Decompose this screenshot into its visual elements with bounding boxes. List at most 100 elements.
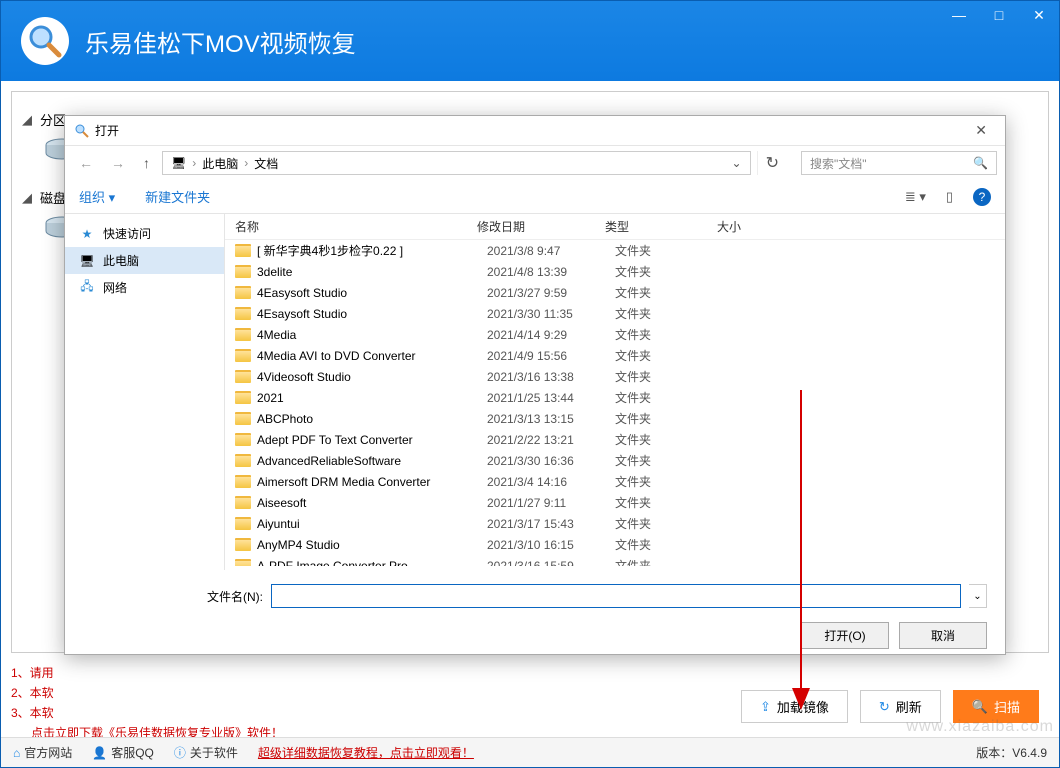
file-row[interactable]: Aiyuntui2021/3/17 15:43文件夹: [225, 513, 1005, 534]
column-size[interactable]: 大小: [717, 218, 817, 235]
breadcrumb-pc[interactable]: 此电脑: [202, 155, 238, 172]
dialog-open-button[interactable]: 打开(O): [801, 622, 889, 649]
bottom-button-bar: ⇪ 加载镜像 ↻ 刷新 🔍 扫描: [741, 690, 1039, 723]
file-type: 文件夹: [615, 515, 727, 532]
official-website-link[interactable]: ⌂ 官方网站: [13, 744, 72, 761]
help-icon[interactable]: ?: [973, 188, 991, 206]
file-row[interactable]: 3delite2021/4/8 13:39文件夹: [225, 261, 1005, 282]
star-icon: ★: [79, 226, 95, 242]
file-row[interactable]: AdvancedReliableSoftware2021/3/30 16:36文…: [225, 450, 1005, 471]
breadcrumb-docs[interactable]: 文档: [254, 155, 278, 172]
app-logo: [21, 17, 69, 65]
about-link[interactable]: ⓘ 关于软件: [174, 744, 238, 761]
scan-button[interactable]: 🔍 扫描: [953, 690, 1039, 723]
collapse-icon[interactable]: ◢: [22, 190, 34, 206]
folder-icon: [235, 475, 251, 488]
file-date: 2021/3/4 14:16: [487, 475, 615, 489]
file-date: 2021/4/14 9:29: [487, 328, 615, 342]
folder-icon: [235, 265, 251, 278]
file-type: 文件夹: [615, 368, 727, 385]
file-row[interactable]: 20212021/1/25 13:44文件夹: [225, 387, 1005, 408]
folder-icon: [235, 454, 251, 467]
file-row[interactable]: 4Media AVI to DVD Converter2021/4/9 15:5…: [225, 345, 1005, 366]
minimize-button[interactable]: —: [939, 1, 979, 29]
filename-dropdown[interactable]: ⌄: [969, 584, 987, 608]
file-row[interactable]: 4Media2021/4/14 9:29文件夹: [225, 324, 1005, 345]
back-button[interactable]: ←: [73, 153, 99, 173]
column-type[interactable]: 类型: [605, 218, 717, 235]
dialog-close-button[interactable]: ✕: [967, 120, 995, 141]
view-options-button[interactable]: ≣ ▾: [905, 189, 926, 205]
sidebar-quick-access[interactable]: ★ 快速访问: [65, 220, 224, 247]
address-dropdown-icon[interactable]: ⌄: [732, 156, 742, 170]
partition-label: 分区: [40, 110, 66, 129]
collapse-icon[interactable]: ◢: [22, 112, 34, 128]
file-name: A-PDF Image Converter Pro: [257, 559, 487, 567]
sidebar-network[interactable]: 🖧 网络: [65, 274, 224, 301]
customer-qq-link[interactable]: 👤 客服QQ: [92, 744, 154, 761]
up-button[interactable]: ↑: [137, 153, 156, 173]
load-image-button[interactable]: ⇪ 加载镜像: [741, 690, 848, 723]
maximize-button[interactable]: □: [979, 1, 1019, 29]
search-input[interactable]: 搜索"文档" 🔍: [801, 151, 997, 175]
new-folder-button[interactable]: 新建文件夹: [145, 187, 210, 206]
file-row[interactable]: ABCPhoto2021/3/13 13:15文件夹: [225, 408, 1005, 429]
file-type: 文件夹: [615, 263, 727, 280]
tutorial-link[interactable]: 超级详细数据恢复教程，点击立即观看！: [258, 744, 474, 761]
organize-menu[interactable]: 组织 ▾: [79, 187, 115, 206]
file-date: 2021/2/22 13:21: [487, 433, 615, 447]
file-type: 文件夹: [615, 389, 727, 406]
file-row[interactable]: 4Videosoft Studio2021/3/16 13:38文件夹: [225, 366, 1005, 387]
file-row[interactable]: [ 新华字典4秒1步检字0.22 ]2021/3/8 9:47文件夹: [225, 240, 1005, 261]
file-type: 文件夹: [615, 284, 727, 301]
file-list: [ 新华字典4秒1步检字0.22 ]2021/3/8 9:47文件夹3delit…: [225, 240, 1005, 566]
filename-label: 文件名(N):: [83, 588, 263, 605]
forward-button[interactable]: →: [105, 153, 131, 173]
title-bar: 乐易佳松下MOV视频恢复 — □ ✕: [1, 1, 1059, 81]
nav-refresh-button[interactable]: ↻: [757, 151, 787, 175]
file-date: 2021/1/25 13:44: [487, 391, 615, 405]
address-bar[interactable]: 🖥 › 此电脑 › 文档 ⌄: [162, 151, 751, 175]
file-name: AdvancedReliableSoftware: [257, 454, 487, 468]
folder-icon: [235, 433, 251, 446]
file-row[interactable]: 4Esaysoft Studio2021/3/30 11:35文件夹: [225, 303, 1005, 324]
file-name: 3delite: [257, 265, 487, 279]
file-row[interactable]: Aimersoft DRM Media Converter2021/3/4 14…: [225, 471, 1005, 492]
file-row[interactable]: 4Easysoft Studio2021/3/27 9:59文件夹: [225, 282, 1005, 303]
file-type: 文件夹: [615, 473, 727, 490]
file-name: ABCPhoto: [257, 412, 487, 426]
file-row[interactable]: Adept PDF To Text Converter2021/2/22 13:…: [225, 429, 1005, 450]
file-list-pane: 名称 修改日期 类型 大小 [ 新华字典4秒1步检字0.22 ]2021/3/8…: [225, 214, 1005, 570]
file-name: Aiyuntui: [257, 517, 487, 531]
file-date: 2021/3/16 13:38: [487, 370, 615, 384]
column-date[interactable]: 修改日期: [477, 218, 605, 235]
folder-icon: [235, 370, 251, 383]
file-type: 文件夹: [615, 536, 727, 553]
file-type: 文件夹: [615, 326, 727, 343]
file-row[interactable]: A-PDF Image Converter Pro2021/3/16 15:59…: [225, 555, 1005, 566]
file-date: 2021/3/13 13:15: [487, 412, 615, 426]
folder-icon: [235, 391, 251, 404]
file-list-header: 名称 修改日期 类型 大小: [225, 214, 1005, 240]
folder-icon: [235, 244, 251, 257]
refresh-button[interactable]: ↻ 刷新: [860, 690, 941, 723]
sidebar-this-pc[interactable]: 🖥 此电脑: [65, 247, 224, 274]
file-type: 文件夹: [615, 410, 727, 427]
file-date: 2021/3/8 9:47: [487, 244, 615, 258]
search-icon: 🔍: [972, 699, 988, 715]
file-name: 4Esaysoft Studio: [257, 307, 487, 321]
file-name: 4Videosoft Studio: [257, 370, 487, 384]
file-date: 2021/1/27 9:11: [487, 496, 615, 510]
file-row[interactable]: Aiseesoft2021/1/27 9:11文件夹: [225, 492, 1005, 513]
close-button[interactable]: ✕: [1019, 1, 1059, 29]
preview-pane-button[interactable]: ▯: [946, 189, 953, 205]
dialog-cancel-button[interactable]: 取消: [899, 622, 987, 649]
column-name[interactable]: 名称: [225, 218, 477, 235]
dialog-title: 打开: [95, 122, 119, 139]
user-icon: 👤: [92, 746, 107, 760]
filename-input[interactable]: [271, 584, 961, 608]
upload-icon: ⇪: [760, 699, 771, 715]
folder-icon: [235, 307, 251, 320]
file-row[interactable]: AnyMP4 Studio2021/3/10 16:15文件夹: [225, 534, 1005, 555]
dialog-footer: 文件名(N): ⌄ 打开(O) 取消: [65, 570, 1005, 659]
